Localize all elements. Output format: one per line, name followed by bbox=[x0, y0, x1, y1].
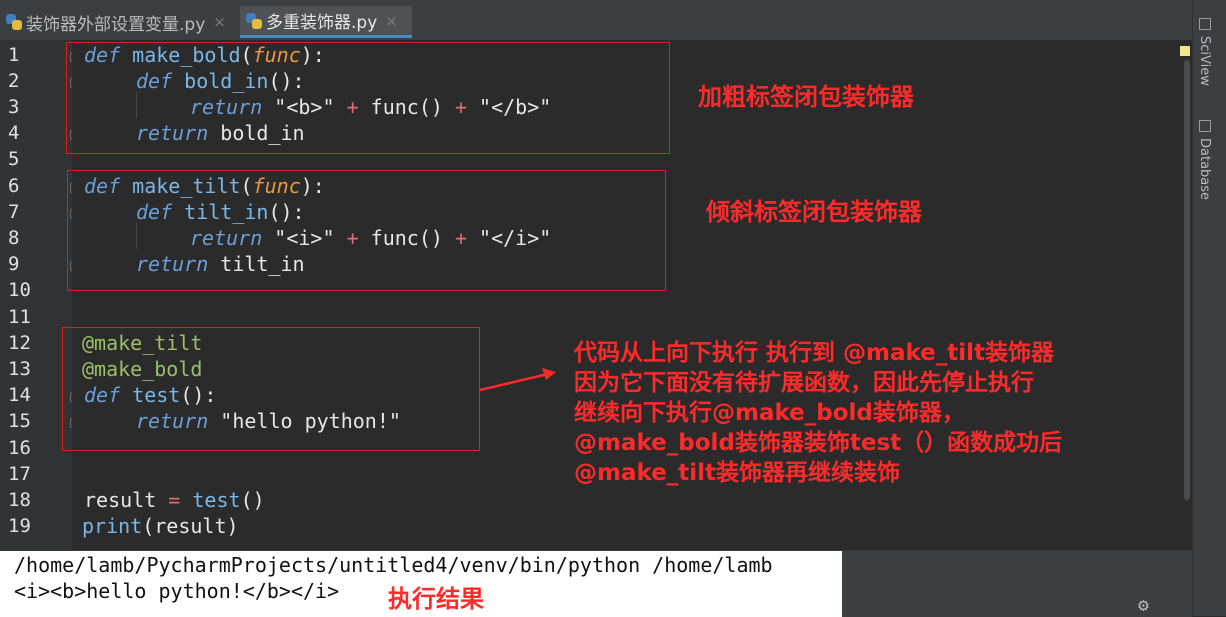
line-number: 5 bbox=[8, 148, 20, 170]
arguments: (result) bbox=[142, 514, 239, 538]
run-panel-background: ⚙ bbox=[842, 551, 1192, 617]
line-number: 13 bbox=[8, 358, 31, 380]
code-line-19: print(result) bbox=[82, 513, 239, 539]
database-tab[interactable]: Database bbox=[1197, 120, 1212, 200]
database-label: Database bbox=[1197, 138, 1212, 201]
scrollbar-thumb[interactable] bbox=[1184, 60, 1190, 500]
line-number: 18 bbox=[8, 489, 31, 511]
line-number: 8 bbox=[8, 227, 20, 249]
run-output-panel: /home/lamb/PycharmProjects/untitled4/ven… bbox=[0, 550, 1192, 617]
tab-multi-decorator[interactable]: 多重装饰器.py × bbox=[240, 6, 412, 38]
execution-order-note: 代码从上向下执行 执行到 @make_tilt装饰器 因为它下面没有待扩展函数，… bbox=[574, 338, 1062, 488]
note-line: @make_bold装饰器装饰test（）函数成功后 bbox=[574, 430, 1063, 456]
builtin-function: print bbox=[82, 514, 143, 538]
note-line: 继续向下执行@make_bold装饰器， bbox=[574, 400, 965, 426]
tab-label: 多重装饰器.py bbox=[266, 13, 378, 33]
bold-decorator-highlight-box bbox=[66, 42, 670, 154]
tilt-decorator-note: 倾斜标签闭包装饰器 bbox=[706, 198, 922, 226]
line-number: 9 bbox=[8, 253, 20, 275]
result-note: 执行结果 bbox=[388, 585, 484, 613]
line-number: 1 bbox=[8, 44, 20, 66]
line-number: 7 bbox=[8, 201, 20, 223]
python-file-icon bbox=[246, 12, 262, 29]
line-number: 15 bbox=[8, 410, 31, 432]
sciview-label: SciView bbox=[1197, 36, 1212, 86]
note-line: @make_tilt装饰器再继续装饰 bbox=[574, 460, 901, 486]
tab-decorator-external-vars[interactable]: 装饰器外部设置变量.py × bbox=[0, 6, 236, 38]
line-number: 19 bbox=[8, 515, 31, 537]
editor-tab-bar: 装饰器外部设置变量.py × 多重装饰器.py × bbox=[0, 0, 1192, 41]
note-line: 因为它下面没有待扩展函数，因此先停止执行 bbox=[574, 370, 1034, 396]
tab-label: 装饰器外部设置变量.py bbox=[26, 14, 206, 35]
paren: () bbox=[240, 488, 265, 512]
run-command-line: /home/lamb/PycharmProjects/untitled4/ven… bbox=[14, 553, 773, 577]
function-name: test bbox=[192, 488, 241, 512]
code-line-18: result = test() bbox=[84, 487, 265, 513]
line-number: 3 bbox=[8, 96, 20, 118]
inspection-status-icon[interactable] bbox=[1180, 46, 1190, 56]
note-line: 代码从上向下执行 执行到 @make_tilt装饰器 bbox=[574, 340, 1055, 366]
sciview-tab[interactable]: SciView bbox=[1197, 18, 1212, 86]
arrow-icon bbox=[479, 368, 556, 392]
operator: = bbox=[168, 488, 181, 512]
editor-scrollbar[interactable] bbox=[1182, 40, 1192, 550]
line-number: 4 bbox=[8, 122, 20, 144]
line-number: 6 bbox=[8, 175, 20, 197]
line-number-gutter: 1 2 3 4 5 6 7 8 9 10 11 12 13 14 15 16 1… bbox=[0, 40, 80, 550]
identifier: result bbox=[84, 488, 157, 512]
right-tool-strip: SciView Database bbox=[1192, 0, 1226, 616]
line-number: 10 bbox=[8, 279, 31, 301]
line-number: 14 bbox=[8, 384, 31, 406]
close-icon[interactable]: × bbox=[385, 12, 398, 30]
python-file-icon bbox=[6, 14, 22, 30]
run-result-line: <i><b>hello python!</b></i> bbox=[14, 579, 340, 603]
line-number: 17 bbox=[8, 463, 31, 485]
line-number: 2 bbox=[8, 70, 20, 92]
tilt-decorator-highlight-box bbox=[67, 170, 666, 291]
line-number: 11 bbox=[8, 306, 31, 328]
gear-icon[interactable]: ⚙ bbox=[1138, 595, 1149, 616]
usage-highlight-box bbox=[62, 327, 480, 451]
line-number: 12 bbox=[8, 332, 31, 354]
sciview-icon bbox=[1198, 18, 1211, 30]
bold-decorator-note: 加粗标签闭包装饰器 bbox=[698, 83, 914, 111]
close-icon[interactable]: × bbox=[213, 13, 226, 31]
line-number: 16 bbox=[8, 437, 31, 459]
database-icon bbox=[1198, 120, 1211, 132]
